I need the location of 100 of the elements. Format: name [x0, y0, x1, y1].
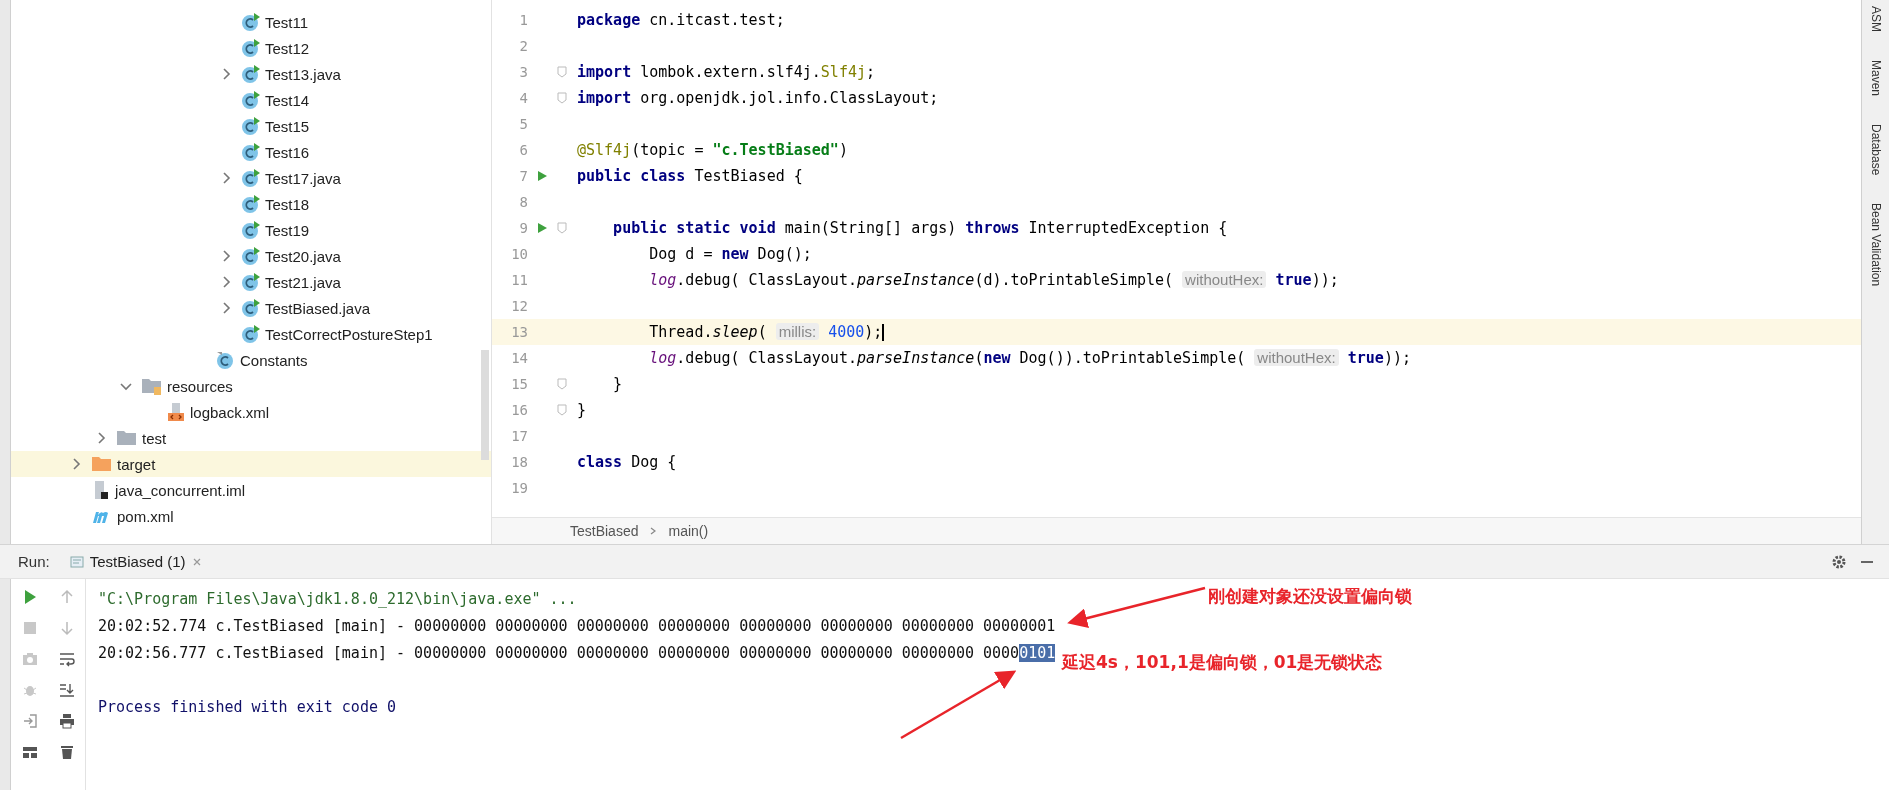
- scroll-to-end-icon[interactable]: [59, 682, 75, 698]
- class-icon: [216, 350, 236, 370]
- folder-icon: [91, 454, 113, 474]
- line-number: 13: [510, 324, 528, 340]
- xml-file-icon: [166, 402, 186, 422]
- file-name: target: [117, 455, 156, 473]
- console-line: "C:\Program Files\Java\jdk1.8.0_212\bin\java.exe" ...: [98, 589, 577, 608]
- class-icon: [241, 12, 261, 32]
- line-number: 16: [510, 402, 528, 418]
- line-number: 14: [510, 350, 528, 366]
- tree-item[interactable]: Test19: [11, 217, 491, 243]
- line-number: 11: [510, 272, 528, 288]
- file-name: logback.xml: [190, 403, 270, 421]
- fold-icon[interactable]: [557, 66, 567, 78]
- code-line: log.debug( ClassLayout.parseInstance(new Dog()).toPrintableSimple( withoutHex: true));: [648, 349, 1411, 367]
- console-line: 20:02:56.777 c.TestBiased [main] - 00000000 00000000 00000000 00000000 00000000 00000000 00000000 00000101: [98, 643, 1056, 662]
- tool-window-tab[interactable]: Bean Validation: [1868, 203, 1883, 287]
- tree-item[interactable]: pom.xml: [11, 503, 491, 529]
- code-line: public class TestBiased {: [577, 167, 803, 185]
- run-icon[interactable]: [536, 170, 548, 182]
- console-line: Process finished with exit code 0: [98, 697, 396, 716]
- annotation-text: 刚创建对象还没设置偏向锁: [1208, 585, 1412, 608]
- line-number: 17: [510, 428, 528, 444]
- file-name: Test21.java: [265, 273, 341, 291]
- tree-item[interactable]: Test15: [11, 113, 491, 139]
- console-icon: [69, 554, 84, 569]
- line-number: 8: [518, 194, 528, 210]
- tree-item[interactable]: Test13.java: [11, 61, 491, 87]
- layout-icon[interactable]: [22, 744, 38, 760]
- fold-icon[interactable]: [557, 404, 567, 416]
- tree-item[interactable]: Test18: [11, 191, 491, 217]
- line-number: 6: [518, 142, 528, 158]
- fold-icon[interactable]: [557, 222, 567, 234]
- tree-item[interactable]: Test20.java: [11, 243, 491, 269]
- line-number: 19: [510, 480, 528, 496]
- file-name: Test20.java: [265, 247, 341, 265]
- class-icon: [241, 272, 261, 292]
- tree-item[interactable]: resources: [11, 373, 491, 399]
- tree-item[interactable]: target: [11, 451, 491, 477]
- tree-item[interactable]: Constants: [11, 347, 491, 373]
- arrow-down-icon[interactable]: [59, 620, 75, 636]
- file-name: Test17.java: [265, 169, 341, 187]
- tree-item[interactable]: Test12: [11, 35, 491, 61]
- tool-window-tab[interactable]: Maven: [1868, 60, 1883, 97]
- code-line: Dog d = new Dog();: [648, 245, 812, 263]
- tree-item[interactable]: java_concurrent.iml: [11, 477, 491, 503]
- tool-window-tab[interactable]: ASM: [1868, 6, 1883, 32]
- line-number: 18: [510, 454, 528, 470]
- tree-item[interactable]: test: [11, 425, 491, 451]
- code-line: Thread.sleep( millis: 4000);: [648, 323, 885, 341]
- line-number: 4: [518, 90, 528, 106]
- tree-item[interactable]: Test16: [11, 139, 491, 165]
- line-number: 5: [518, 116, 528, 132]
- run-icon[interactable]: [536, 222, 548, 234]
- close-icon[interactable]: [191, 556, 202, 567]
- file-name: Test15: [265, 117, 310, 135]
- file-name: java_concurrent.iml: [115, 481, 246, 499]
- file-name: Constants: [240, 351, 308, 369]
- tab-label: TestBiased (1): [89, 553, 186, 570]
- tree-item[interactable]: Test21.java: [11, 269, 491, 295]
- code-line: import org.openjdk.jol.info.ClassLayout;: [577, 89, 939, 107]
- line-number: 15: [510, 376, 528, 392]
- tree-item[interactable]: Test14: [11, 87, 491, 113]
- file-name: Test11: [265, 13, 309, 31]
- file-name: pom.xml: [117, 507, 174, 525]
- tool-window-tab[interactable]: Database: [1868, 124, 1883, 176]
- tree-item[interactable]: logback.xml: [11, 399, 491, 425]
- folder-icon: [141, 376, 163, 396]
- print-icon[interactable]: [59, 713, 75, 729]
- panel-title: Run:: [18, 553, 50, 570]
- code-line: public static void main(String[] args) throws InterruptedException {: [612, 219, 1228, 237]
- breadcrumb[interactable]: TestBiased: [570, 523, 639, 539]
- tree-item[interactable]: TestBiased.java: [11, 295, 491, 321]
- console-line: 20:02:52.774 c.TestBiased [main] - 00000000 00000000 00000000 00000000 00000000 00000000 00000000 00000001: [98, 616, 1056, 635]
- breadcrumb[interactable]: main(): [668, 523, 709, 539]
- line-number: 9: [518, 220, 528, 236]
- settings-icon[interactable]: [1831, 553, 1847, 570]
- wrap-icon[interactable]: [59, 651, 75, 667]
- line-number: 2: [518, 38, 528, 54]
- line-number: 1: [518, 12, 528, 28]
- trash-icon[interactable]: [59, 744, 75, 760]
- run-icon[interactable]: [22, 589, 38, 605]
- file-name: Test19: [265, 221, 310, 239]
- tree-item[interactable]: Test17.java: [11, 165, 491, 191]
- tree-item[interactable]: Test11: [11, 9, 491, 35]
- arrow-up-icon[interactable]: [59, 589, 75, 605]
- fold-icon[interactable]: [557, 378, 567, 390]
- file-name: Test18: [265, 195, 310, 213]
- scrollbar-thumb[interactable]: [481, 350, 489, 460]
- tree-item[interactable]: TestCorrectPostureStep1: [11, 321, 491, 347]
- class-icon: [241, 220, 261, 240]
- camera-icon[interactable]: [22, 651, 38, 667]
- stop-icon[interactable]: [22, 620, 38, 636]
- code-line: @Slf4j(topic = "c.TestBiased"): [577, 141, 848, 159]
- class-icon: [241, 246, 261, 266]
- line-number: 7: [518, 168, 528, 184]
- fold-icon[interactable]: [557, 92, 567, 104]
- file-name: Test12: [265, 39, 310, 57]
- class-icon: [241, 168, 261, 188]
- login-icon[interactable]: [22, 713, 38, 729]
